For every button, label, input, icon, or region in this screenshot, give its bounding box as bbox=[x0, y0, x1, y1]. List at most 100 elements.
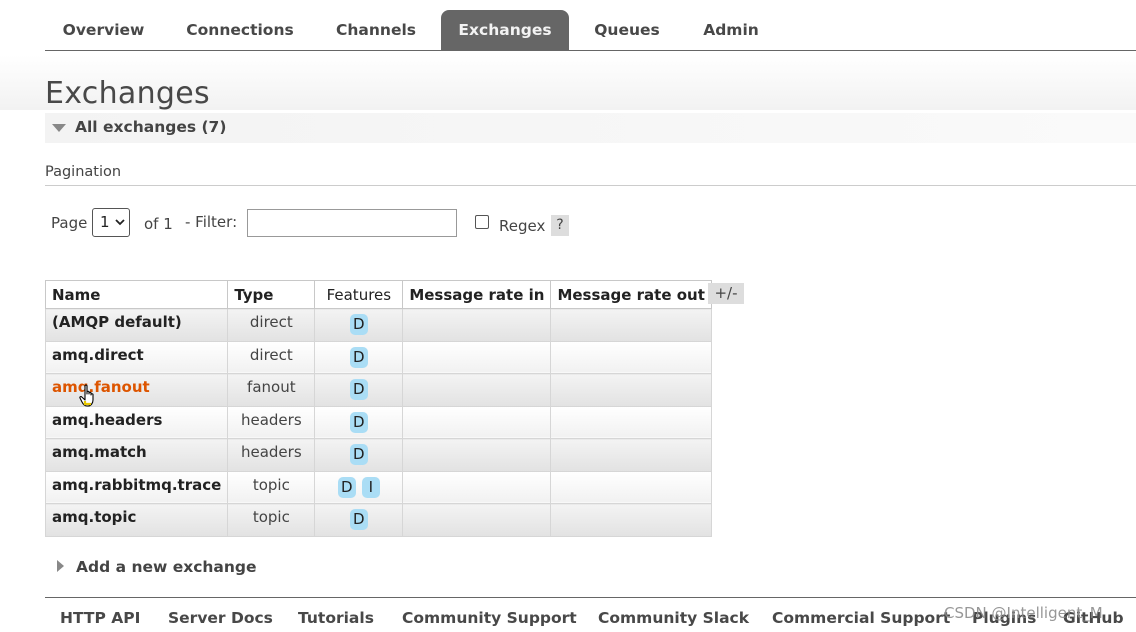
tab-admin[interactable]: Admin bbox=[692, 10, 770, 50]
exchange-name[interactable]: amq.rabbitmq.trace bbox=[52, 476, 221, 494]
exchange-type-text: direct bbox=[249, 313, 293, 331]
column-header-features[interactable]: Features bbox=[314, 280, 404, 309]
table-row[interactable]: amq.fanout fanout D bbox=[44, 373, 712, 407]
exchange-type-text: headers bbox=[240, 410, 302, 429]
rate-in-cell bbox=[402, 308, 552, 342]
exchange-name-link[interactable]: amq.direct bbox=[44, 340, 229, 374]
table-row[interactable]: amq.match headers D bbox=[44, 438, 712, 472]
exchange-type: headers bbox=[227, 438, 316, 472]
rate-out-cell bbox=[550, 405, 712, 439]
exchange-features: D bbox=[314, 308, 404, 342]
expand-triangle-icon[interactable] bbox=[57, 560, 64, 572]
exchange-name[interactable]: amq.topic bbox=[52, 508, 221, 526]
exchange-type: direct bbox=[227, 308, 316, 342]
exchange-name[interactable]: amq.direct bbox=[52, 346, 221, 364]
exchange-features: DI bbox=[314, 470, 404, 504]
exchange-name-link[interactable]: (AMQP default) bbox=[44, 308, 229, 342]
exchange-type: fanout bbox=[227, 373, 316, 407]
footer-divider bbox=[45, 597, 1136, 598]
tab-exchanges[interactable]: Exchanges bbox=[441, 10, 569, 50]
exchange-type-text: topic bbox=[252, 508, 290, 526]
durable-badge: D bbox=[349, 346, 368, 368]
exchange-features: D bbox=[314, 340, 404, 374]
exchange-name[interactable]: amq.headers bbox=[52, 411, 221, 429]
collapse-triangle-icon[interactable] bbox=[52, 124, 66, 132]
durable-badge: D bbox=[349, 509, 368, 530]
page-count-label: of 1 bbox=[144, 215, 173, 233]
exchange-features: D bbox=[314, 405, 404, 439]
page-select-value: 1 bbox=[100, 213, 110, 231]
durable-badge: D bbox=[349, 444, 368, 465]
internal-badge: I bbox=[361, 476, 380, 498]
columns-toggle-button[interactable]: +/- bbox=[708, 283, 744, 304]
exchange-type-text: headers bbox=[240, 443, 302, 461]
footer-link-commercial-support[interactable]: Commercial Support bbox=[772, 609, 950, 627]
pagination-label: Pagination bbox=[45, 164, 122, 180]
exchange-type: topic bbox=[227, 470, 316, 504]
rate-out-cell bbox=[550, 340, 712, 374]
filter-label: - Filter: bbox=[185, 213, 238, 231]
rate-in-cell bbox=[402, 340, 552, 374]
watermark: CSDN @Intelligent_M bbox=[944, 604, 1103, 622]
rate-out-cell bbox=[550, 438, 712, 472]
table-row[interactable]: amq.topic topic D bbox=[44, 503, 712, 537]
footer-link-tutorials[interactable]: Tutorials bbox=[298, 609, 374, 627]
rate-out-cell bbox=[550, 503, 712, 537]
rate-out-cell bbox=[550, 308, 712, 342]
exchange-name-link[interactable]: amq.rabbitmq.trace bbox=[44, 470, 229, 504]
rate-in-cell bbox=[402, 503, 552, 537]
help-button[interactable]: ? bbox=[551, 215, 569, 236]
regex-checkbox[interactable] bbox=[475, 215, 489, 229]
rate-out-cell bbox=[550, 470, 712, 504]
rate-in-cell bbox=[402, 405, 552, 439]
column-header-type[interactable]: Type bbox=[227, 280, 316, 309]
exchange-name-link[interactable]: amq.topic bbox=[44, 503, 229, 537]
section-title[interactable]: All exchanges (7) bbox=[75, 118, 226, 136]
exchange-type: direct bbox=[227, 340, 316, 374]
page-title: Exchanges bbox=[45, 76, 210, 111]
table-row[interactable]: (AMQP default) direct D bbox=[44, 308, 712, 342]
exchange-type-text: direct bbox=[249, 345, 293, 364]
divider bbox=[45, 185, 1136, 186]
durable-badge: D bbox=[349, 314, 368, 335]
tab-channels[interactable]: Channels bbox=[325, 10, 427, 50]
exchange-features: D bbox=[314, 438, 404, 472]
rate-out-cell bbox=[550, 373, 712, 407]
page-select[interactable]: 1 bbox=[92, 208, 130, 237]
add-exchange-section-header[interactable]: Add a new exchange bbox=[76, 558, 257, 576]
table-header-row: Name Type Features Message rate in Messa… bbox=[44, 280, 712, 309]
tab-overview[interactable]: Overview bbox=[45, 10, 162, 50]
exchange-name[interactable]: (AMQP default) bbox=[52, 313, 221, 331]
exchange-type: headers bbox=[227, 405, 316, 439]
exchange-name[interactable]: amq.match bbox=[52, 443, 221, 461]
tab-connections[interactable]: Connections bbox=[180, 10, 300, 50]
regex-label: Regex bbox=[499, 217, 546, 235]
hand-cursor-icon bbox=[79, 384, 94, 407]
all-exchanges-section-header[interactable]: All exchanges (7) bbox=[45, 113, 1136, 143]
main-tabs: Overview Connections Channels Exchanges … bbox=[45, 10, 1136, 51]
chevron-down-icon bbox=[115, 219, 125, 226]
exchange-name-link[interactable]: amq.headers bbox=[44, 405, 229, 439]
column-header-rate-out[interactable]: Message rate out bbox=[550, 280, 712, 309]
exchange-name-link[interactable]: amq.match bbox=[44, 438, 229, 472]
filter-input[interactable] bbox=[247, 209, 457, 237]
footer-link-community-support[interactable]: Community Support bbox=[402, 609, 577, 627]
exchange-name[interactable]: amq.fanout bbox=[52, 378, 221, 396]
exchange-features: D bbox=[314, 503, 404, 537]
column-header-rate-in[interactable]: Message rate in bbox=[402, 280, 552, 309]
tab-queues[interactable]: Queues bbox=[583, 10, 671, 50]
column-header-name[interactable]: Name bbox=[44, 280, 229, 309]
exchange-features: D bbox=[314, 373, 404, 407]
table-row[interactable]: amq.headers headers D bbox=[44, 405, 712, 439]
table-row[interactable]: amq.direct direct D bbox=[44, 340, 712, 374]
footer-link-server-docs[interactable]: Server Docs bbox=[168, 609, 273, 627]
durable-badge: D bbox=[349, 379, 368, 400]
durable-badge: D bbox=[337, 476, 356, 498]
footer-link-community-slack[interactable]: Community Slack bbox=[598, 609, 749, 627]
table-row[interactable]: amq.rabbitmq.trace topic DI bbox=[44, 470, 712, 504]
exchange-type-text: fanout bbox=[247, 378, 296, 396]
exchange-name-link[interactable]: amq.fanout bbox=[44, 373, 229, 407]
footer-link-http-api[interactable]: HTTP API bbox=[60, 609, 140, 627]
page-label: Page bbox=[51, 214, 88, 232]
exchange-type-text: topic bbox=[252, 475, 290, 494]
